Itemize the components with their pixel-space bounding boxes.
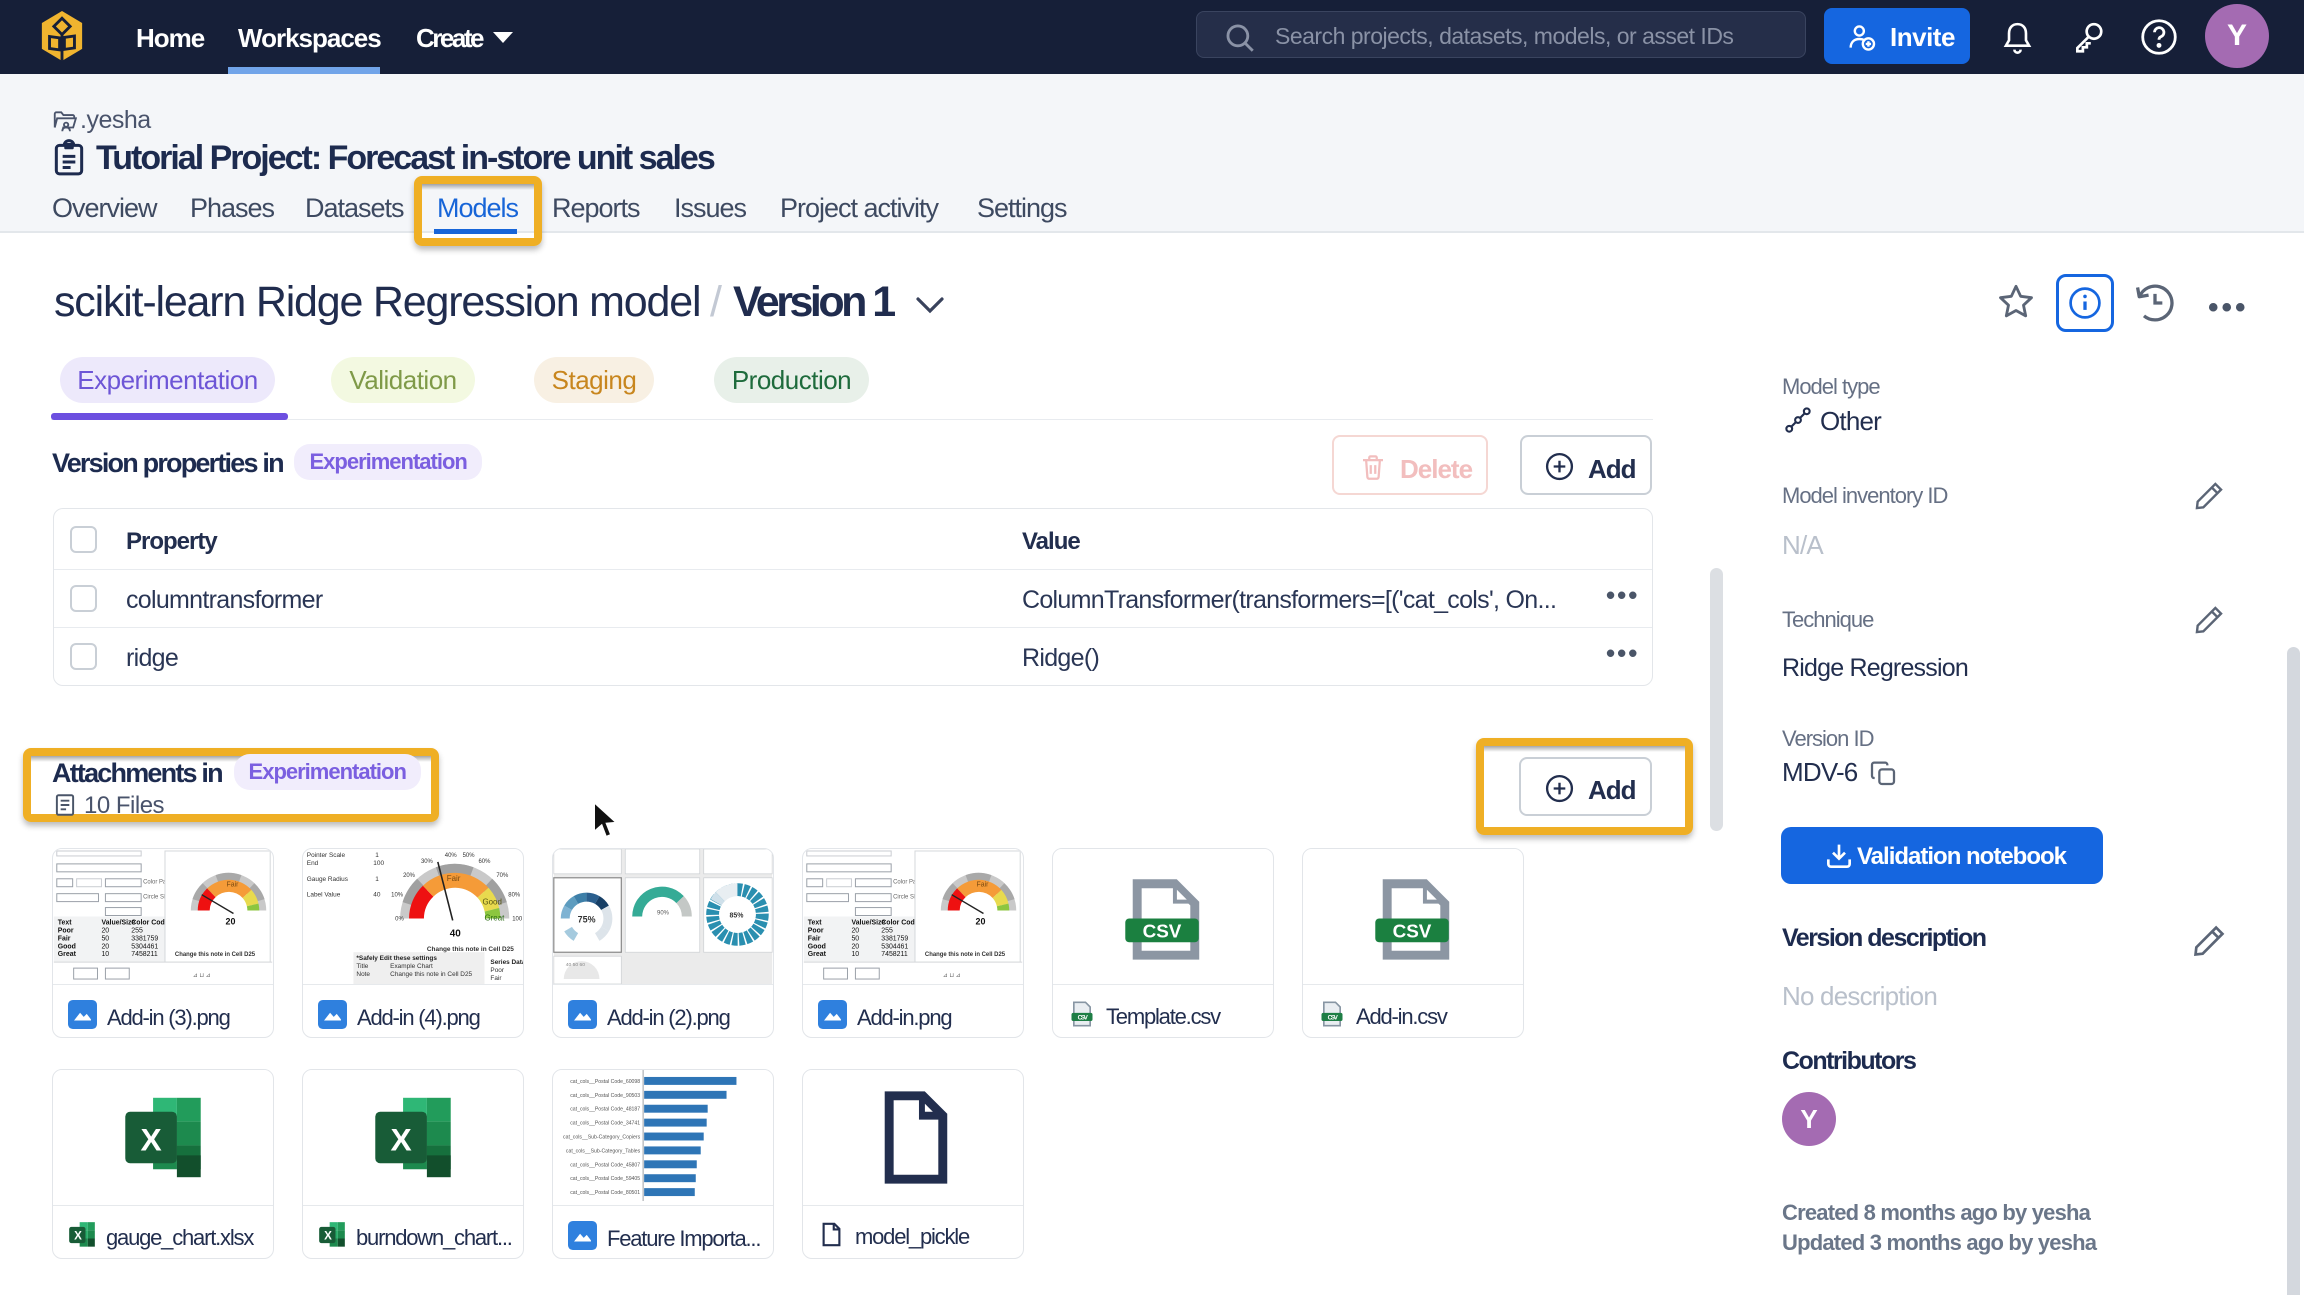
svg-text:10: 10: [101, 951, 109, 958]
svg-text:cat_cols__Postal Code_45807: cat_cols__Postal Code_45807: [570, 1162, 640, 1168]
svg-text:Label Value: Label Value: [307, 892, 341, 899]
svg-text:75%: 75%: [578, 914, 596, 924]
svg-text:Great: Great: [58, 951, 77, 958]
svg-text:Change this note in Cell D25: Change this note in Cell D25: [427, 946, 514, 953]
svg-text:⊿ ⊔ ⊿: ⊿ ⊔ ⊿: [193, 973, 211, 979]
svg-text:Good: Good: [58, 943, 76, 950]
svg-text:cat_cols__Postal Code_34741: cat_cols__Postal Code_34741: [570, 1121, 640, 1127]
svg-text:80%: 80%: [508, 893, 521, 899]
svg-text:Fair: Fair: [227, 882, 240, 889]
svg-text:cat_cols__Sub-Category_Copiers: cat_cols__Sub-Category_Copiers: [563, 1134, 641, 1140]
svg-text:20%: 20%: [403, 873, 416, 879]
svg-text:cat_cols__Postal Code_48187: cat_cols__Postal Code_48187: [570, 1107, 640, 1113]
svg-text:Fair: Fair: [58, 935, 71, 942]
svg-text:Poor: Poor: [58, 927, 74, 934]
svg-text:cat_cols__Postal Code_80501: cat_cols__Postal Code_80501: [570, 1190, 640, 1196]
svg-text:Change this note in Cell D25: Change this note in Cell D25: [175, 952, 256, 958]
svg-text:20: 20: [226, 916, 236, 926]
svg-text:Pointer Scale: Pointer Scale: [307, 852, 346, 859]
svg-text:10%: 10%: [391, 893, 404, 899]
svg-text:cat_cols__Sub-Category_Tables: cat_cols__Sub-Category_Tables: [566, 1148, 641, 1154]
svg-text:Color Code: Color Code: [131, 919, 169, 926]
svg-text:3381759: 3381759: [131, 935, 158, 942]
svg-text:Fair: Fair: [490, 975, 502, 982]
svg-text:Gauge Radius: Gauge Radius: [307, 876, 348, 883]
svg-text:Example Chart: Example Chart: [390, 963, 433, 970]
svg-text:20: 20: [101, 943, 109, 950]
svg-text:60%: 60%: [479, 859, 492, 865]
svg-text:Change this note in Cell D25: Change this note in Cell D25: [390, 971, 472, 978]
svg-text:40: 40: [373, 892, 381, 899]
svg-text:100: 100: [512, 916, 523, 922]
svg-text:7458211: 7458211: [131, 951, 158, 958]
svg-text:30%: 30%: [421, 859, 434, 865]
svg-text:255: 255: [131, 927, 143, 934]
svg-text:Fair: Fair: [447, 874, 461, 883]
svg-text:5304461: 5304461: [131, 943, 158, 950]
svg-text:40 50 60: 40 50 60: [566, 962, 586, 968]
svg-text:*Safely Edit these settings: *Safely Edit these settings: [356, 955, 437, 962]
svg-text:Title: Title: [356, 963, 368, 970]
svg-text:Note: Note: [356, 971, 370, 978]
svg-text:1: 1: [375, 876, 379, 883]
svg-text:90%: 90%: [657, 911, 670, 917]
svg-text:cat_cols__Postal Code_90503: cat_cols__Postal Code_90503: [570, 1093, 640, 1099]
svg-text:CSV: CSV: [1143, 920, 1182, 941]
svg-text:CSV: CSV: [1393, 920, 1432, 941]
svg-text:0%: 0%: [395, 916, 404, 922]
svg-text:cat_cols__Postal Code_60098: cat_cols__Postal Code_60098: [570, 1079, 640, 1085]
svg-text:50: 50: [101, 935, 109, 942]
svg-text:X: X: [390, 1121, 411, 1157]
svg-text:Poor: Poor: [490, 967, 504, 974]
svg-text:40: 40: [450, 928, 462, 939]
svg-text:cat_cols__Postal Code_59405: cat_cols__Postal Code_59405: [570, 1176, 640, 1182]
svg-text:Great: Great: [484, 913, 505, 922]
svg-text:20: 20: [101, 927, 109, 934]
svg-text:Text: Text: [58, 919, 72, 926]
svg-text:1: 1: [375, 852, 379, 859]
svg-text:Series Data: Series Data: [490, 959, 523, 966]
svg-text:Good: Good: [482, 898, 501, 907]
svg-text:40%: 40%: [445, 853, 458, 859]
svg-text:100: 100: [373, 860, 384, 867]
svg-text:X: X: [140, 1121, 161, 1157]
svg-text:85%: 85%: [730, 912, 744, 919]
svg-text:End: End: [307, 860, 319, 867]
svg-text:70%: 70%: [496, 873, 509, 879]
svg-text:50%: 50%: [463, 853, 476, 859]
